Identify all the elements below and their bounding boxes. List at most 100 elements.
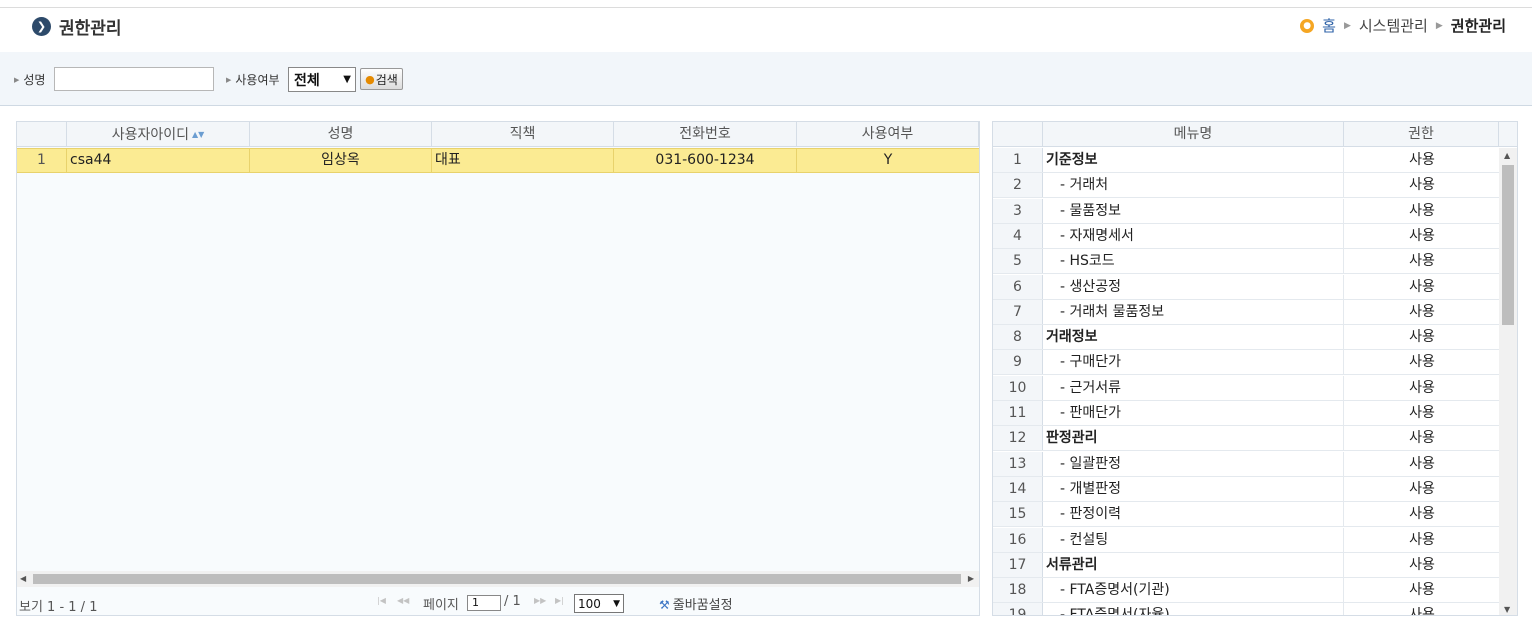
chevron-down-icon: ▼ xyxy=(343,74,351,85)
row-number: 4 xyxy=(993,223,1043,248)
table-row[interactable]: 1 기준정보 사용 xyxy=(993,148,1499,173)
table-row[interactable]: 14- 개별판정 사용 xyxy=(993,476,1499,502)
table-row[interactable]: 19- FTA증명서(자율) 사용 xyxy=(993,603,1499,615)
col-header-menu[interactable]: 메뉴명 xyxy=(1043,122,1344,147)
scroll-right-icon[interactable]: ▶ xyxy=(968,574,974,583)
table-row[interactable]: 6- 생산공정 사용 xyxy=(993,274,1499,300)
menu-name-cell: - 일괄판정 xyxy=(1044,451,1344,476)
col-header-permission[interactable]: 권한 xyxy=(1344,122,1499,147)
table-row[interactable]: 10- 근거서류 사용 xyxy=(993,375,1499,401)
permission-cell[interactable]: 사용 xyxy=(1345,275,1499,299)
menu-name-cell: 기준정보 xyxy=(1044,148,1344,172)
vertical-scrollbar[interactable]: ▲ ▼ xyxy=(1499,148,1517,615)
breadcrumb-system[interactable]: 시스템관리 xyxy=(1359,15,1428,36)
table-row[interactable]: 18- FTA증명서(기관) 사용 xyxy=(993,578,1499,604)
permission-cell[interactable]: 사용 xyxy=(1345,249,1499,273)
menu-name-cell: 거래정보 xyxy=(1044,325,1344,350)
table-row[interactable]: 2- 거래처 사용 xyxy=(993,173,1499,199)
menu-name-cell: - 자재명세서 xyxy=(1044,223,1344,248)
permission-cell[interactable]: 사용 xyxy=(1345,199,1499,223)
permission-cell[interactable]: 사용 xyxy=(1345,148,1499,172)
last-page-icon[interactable]: ▶| xyxy=(555,596,564,605)
permission-cell[interactable]: 사용 xyxy=(1345,502,1499,526)
permission-cell[interactable]: 사용 xyxy=(1345,401,1499,425)
menu-name-cell: - FTA증명서(자율) xyxy=(1044,603,1344,615)
table-row[interactable]: 3- 물품정보 사용 xyxy=(993,198,1499,224)
use-select[interactable]: 전체 ▼ xyxy=(288,67,356,92)
permission-cell[interactable]: 사용 xyxy=(1345,452,1499,476)
menu-grid-header: 메뉴명 권한 xyxy=(993,122,1517,147)
table-row[interactable]: 4- 자재명세서 사용 xyxy=(993,223,1499,249)
menu-name-cell: - 판매단가 xyxy=(1044,401,1344,425)
menu-name-cell: - 판정이력 xyxy=(1044,502,1344,527)
scrollbar-thumb[interactable] xyxy=(33,574,961,584)
permission-cell[interactable]: 사용 xyxy=(1345,578,1499,602)
row-number: 9 xyxy=(993,350,1043,375)
permission-cell[interactable]: 사용 xyxy=(1345,603,1499,615)
row-number: 7 xyxy=(993,299,1043,324)
permission-cell[interactable]: 사용 xyxy=(1345,350,1499,374)
menu-name-cell: - 물품정보 xyxy=(1044,198,1344,223)
rownum-header xyxy=(17,122,67,147)
permission-cell[interactable]: 사용 xyxy=(1345,426,1499,450)
table-row[interactable]: 11- 판매단가 사용 xyxy=(993,401,1499,426)
table-row[interactable]: 8 거래정보 사용 xyxy=(993,325,1499,351)
table-row[interactable]: 15- 판정이력 사용 xyxy=(993,502,1499,528)
breadcrumb-home[interactable]: 홈 xyxy=(1322,15,1336,36)
horizontal-scrollbar[interactable]: ◀ ▶ xyxy=(17,571,979,587)
row-number: 6 xyxy=(993,274,1043,299)
sort-icon: ▲▼ xyxy=(191,130,205,139)
menu-name-cell: - FTA증명서(기관) xyxy=(1044,578,1344,603)
permission-cell[interactable]: 사용 xyxy=(1345,528,1499,552)
menu-grid-body: 1 기준정보 사용 2- 거래처 사용 3- 물품정보 사용 4- 자재명세서 사용 5- HS코… xyxy=(993,148,1499,615)
permission-cell[interactable]: 사용 xyxy=(1345,477,1499,501)
table-row[interactable]: 5- HS코드 사용 xyxy=(993,249,1499,275)
row-number: 13 xyxy=(993,451,1043,476)
page-number-input[interactable]: 1 xyxy=(467,595,501,611)
scrollbar-thumb[interactable] xyxy=(1502,165,1514,325)
cell-phone: 031-600-1234 xyxy=(614,149,797,172)
wrench-icon: ⚒ xyxy=(659,598,670,612)
permission-cell[interactable]: 사용 xyxy=(1345,300,1499,324)
rownum-header xyxy=(993,122,1043,147)
wrap-setting-button[interactable]: ⚒ 줄바꿈설정 xyxy=(659,594,733,613)
permission-cell[interactable]: 사용 xyxy=(1345,553,1499,577)
first-page-icon[interactable]: |◀ xyxy=(377,596,386,605)
page-title-text: 권한관리 xyxy=(59,19,122,39)
permission-cell[interactable]: 사용 xyxy=(1345,376,1499,400)
table-row[interactable]: 17 서류관리 사용 xyxy=(993,552,1499,578)
name-input[interactable] xyxy=(54,67,214,91)
scroll-up-icon[interactable]: ▲ xyxy=(1504,151,1510,160)
table-row[interactable]: 16- 컨설팅 사용 xyxy=(993,527,1499,553)
permission-cell[interactable]: 사용 xyxy=(1345,173,1499,197)
table-row[interactable]: 12 판정관리 사용 xyxy=(993,426,1499,452)
permission-cell[interactable]: 사용 xyxy=(1345,224,1499,248)
col-header-name[interactable]: 성명 xyxy=(250,122,432,147)
next-page-icon[interactable]: ▶▶ xyxy=(534,596,546,605)
col-header-position[interactable]: 직책 xyxy=(432,122,614,147)
col-header-phone[interactable]: 전화번호 xyxy=(614,122,797,147)
breadcrumb-separator-icon: ▶ xyxy=(1343,20,1351,31)
permission-cell[interactable]: 사용 xyxy=(1345,325,1499,349)
menu-name-cell: - HS코드 xyxy=(1044,249,1344,274)
search-button[interactable]: ● 검색 xyxy=(360,68,403,90)
menu-name-cell: - 개별판정 xyxy=(1044,476,1344,501)
table-row[interactable]: 13- 일괄판정 사용 xyxy=(993,451,1499,477)
chevron-right-circle-icon: ❯ xyxy=(32,17,51,36)
table-row[interactable]: 1 csa44 임상옥 대표 031-600-1234 Y xyxy=(17,148,979,173)
prev-page-icon[interactable]: ◀◀ xyxy=(397,596,409,605)
breadcrumb: ● 홈 ▶ 시스템관리 ▶ 권한관리 xyxy=(1300,15,1506,36)
col-header-use[interactable]: 사용여부 xyxy=(797,122,979,147)
menu-permission-grid: 메뉴명 권한 1 기준정보 사용 2- 거래처 사용 3- 물품정보 사용 4- 자재명세서 사… xyxy=(992,121,1518,616)
table-row[interactable]: 7- 거래처 물품정보 사용 xyxy=(993,299,1499,325)
total-pages: / 1 xyxy=(504,594,521,609)
table-row[interactable]: 9- 구매단가 사용 xyxy=(993,350,1499,376)
col-header-userid[interactable]: 사용자아이디 ▲▼ xyxy=(67,122,250,147)
scroll-down-icon[interactable]: ▼ xyxy=(1504,605,1510,614)
scroll-left-icon[interactable]: ◀ xyxy=(20,574,26,583)
row-number: 16 xyxy=(993,527,1043,552)
page-size-select[interactable]: 100 ▼ xyxy=(574,594,624,613)
bullet-arrow-icon: ▶ xyxy=(226,76,232,84)
row-number: 18 xyxy=(993,578,1043,603)
bullet-arrow-icon: ▶ xyxy=(14,76,20,84)
